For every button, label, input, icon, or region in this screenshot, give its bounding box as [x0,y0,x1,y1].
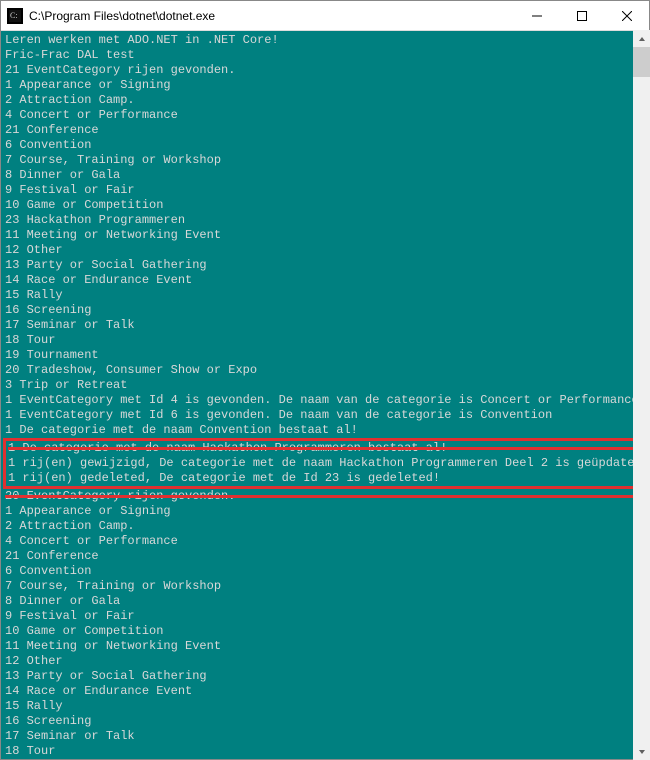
scroll-up-button[interactable] [633,30,650,47]
console-line: 16 Screening [5,303,645,318]
console-line: 1 rij(en) gewijzigd, De categorie met de… [8,456,644,471]
console-line: 20 EventCategory rijen gevonden. [5,489,645,504]
minimize-button[interactable] [514,1,559,30]
console-line: 4 Concert or Performance [5,534,645,549]
console-line: 1 Appearance or Signing [5,504,645,519]
console-line: 21 EventCategory rijen gevonden. [5,63,645,78]
console-line: 9 Festival or Fair [5,609,645,624]
titlebar[interactable]: C: C:\Program Files\dotnet\dotnet.exe [1,1,649,31]
console-line: 1 EventCategory met Id 6 is gevonden. De… [5,408,645,423]
console-line: 6 Convention [5,564,645,579]
console-line: 6 Convention [5,138,645,153]
console-line: 7 Course, Training or Workshop [5,153,645,168]
console-line: 2 Attraction Camp. [5,93,645,108]
console-line: 7 Course, Training or Workshop [5,579,645,594]
console-line: 14 Race or Endurance Event [5,684,645,699]
console-line: 15 Rally [5,699,645,714]
console-line: 19 Tournament [5,348,645,363]
vertical-scrollbar[interactable] [633,30,650,760]
console-line: 15 Rally [5,288,645,303]
console-line: 12 Other [5,654,645,669]
app-icon: C: [7,8,23,24]
console-line: 11 Meeting or Networking Event [5,639,645,654]
console-line: 1 Appearance or Signing [5,78,645,93]
console-line: 1 EventCategory met Id 4 is gevonden. De… [5,393,645,408]
console-line: Leren werken met ADO.NET in .NET Core! [5,33,645,48]
svg-text:C:: C: [10,11,18,20]
console-line: 10 Game or Competition [5,198,645,213]
console-line: 18 Tour [5,744,645,759]
console-line: 13 Party or Social Gathering [5,669,645,684]
window-title: C:\Program Files\dotnet\dotnet.exe [29,9,514,23]
console-line: 3 Trip or Retreat [5,378,645,393]
console-line: 11 Meeting or Networking Event [5,228,645,243]
console-line: 18 Tour [5,333,645,348]
console-line: 9 Festival or Fair [5,183,645,198]
maximize-button[interactable] [559,1,604,30]
console-line: 23 Hackathon Programmeren [5,213,645,228]
console-line: 8 Dinner or Gala [5,168,645,183]
scroll-thumb[interactable] [633,47,650,77]
highlighted-block: 1 De categorie met de naam Hackathon Pro… [3,438,647,489]
console-line: 1 De categorie met de naam Hackathon Pro… [8,441,644,456]
console-line: 16 Screening [5,714,645,729]
console-line: 21 Conference [5,549,645,564]
console-line: 13 Party or Social Gathering [5,258,645,273]
console-line: 21 Conference [5,123,645,138]
console-window: C: C:\Program Files\dotnet\dotnet.exe Le… [0,0,650,760]
console-line: 17 Seminar or Talk [5,729,645,744]
close-button[interactable] [604,1,649,30]
console-line: 8 Dinner or Gala [5,594,645,609]
console-line: 1 rij(en) gedeleted, De categorie met de… [8,471,644,486]
console-line: 2 Attraction Camp. [5,519,645,534]
scroll-down-button[interactable] [633,743,650,760]
console-line: 14 Race or Endurance Event [5,273,645,288]
console-output[interactable]: Leren werken met ADO.NET in .NET Core!Fr… [1,31,649,759]
window-controls [514,1,649,30]
console-line: 17 Seminar or Talk [5,318,645,333]
console-line: 20 Tradeshow, Consumer Show or Expo [5,363,645,378]
console-line: 10 Game or Competition [5,624,645,639]
console-line: 1 De categorie met de naam Convention be… [5,423,645,438]
console-line: Fric-Frac DAL test [5,48,645,63]
console-line: 4 Concert or Performance [5,108,645,123]
console-line: 12 Other [5,243,645,258]
